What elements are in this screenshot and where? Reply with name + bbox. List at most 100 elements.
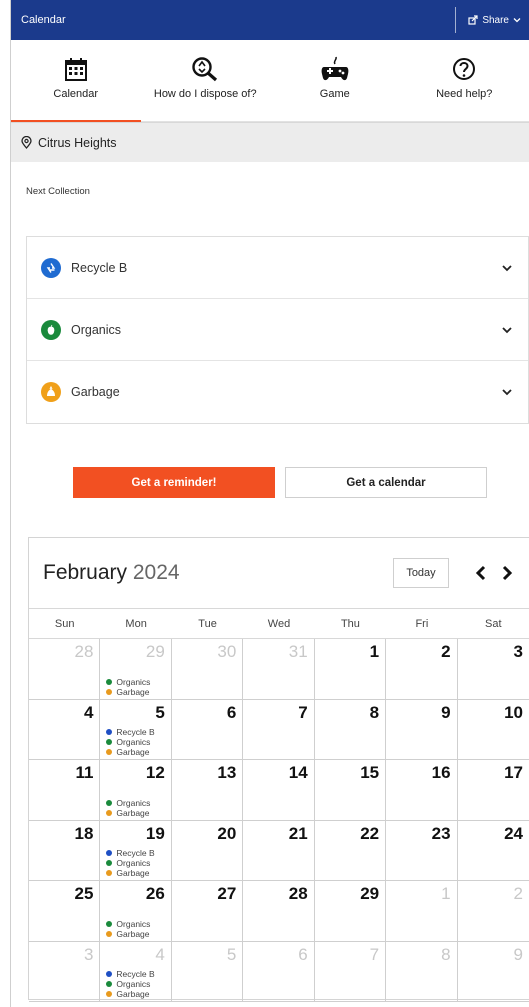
- chevron-down-icon: [502, 264, 512, 271]
- event-label: Organics: [116, 918, 151, 929]
- calendar-day[interactable]: 24: [457, 821, 529, 881]
- day-number: 17: [504, 763, 523, 782]
- day-number: 29: [145, 642, 165, 661]
- calendar-day[interactable]: 6: [171, 699, 244, 760]
- day-number: 4: [155, 944, 165, 964]
- calendar-day[interactable]: 29 Organics Garbage: [100, 639, 172, 700]
- accordion-row-recycle[interactable]: Recycle B: [27, 237, 528, 299]
- app-title: Calendar: [21, 14, 66, 26]
- weekday-label: Sat: [485, 617, 502, 630]
- event-dot-icon: [106, 870, 113, 876]
- calendar-day[interactable]: 1: [386, 881, 458, 942]
- nav-help[interactable]: Need help?: [400, 40, 529, 121]
- weekday-label: Sun: [54, 617, 75, 630]
- calendar-day[interactable]: 21: [243, 820, 315, 881]
- event-label: Garbage: [116, 928, 150, 939]
- calendar-day[interactable]: 22: [314, 820, 387, 881]
- nav-game[interactable]: Game: [270, 40, 400, 121]
- calendar-day[interactable]: 3: [29, 941, 101, 1002]
- prev-month-button[interactable]: [471, 563, 491, 583]
- nav-calendar[interactable]: Calendar: [11, 40, 141, 122]
- event-dot-icon: [106, 739, 113, 745]
- event-label: Organics: [116, 676, 151, 687]
- calendar-day[interactable]: 13: [171, 760, 244, 821]
- calendar-day[interactable]: 2: [386, 639, 458, 700]
- calendar-day[interactable]: 12 Organics Garbage: [100, 760, 172, 821]
- calendar-day[interactable]: 7: [243, 699, 315, 760]
- calendar-day[interactable]: 7: [314, 941, 387, 1002]
- calendar-day[interactable]: 3: [457, 639, 529, 700]
- day-events: Recycle B Organics Garbage: [106, 727, 155, 757]
- day-number: 7: [369, 944, 380, 964]
- accordion-row-organics[interactable]: Organics: [27, 299, 528, 361]
- calendar-day[interactable]: 5 Recycle B Organics Garbage: [100, 699, 172, 760]
- calendar-day[interactable]: 28: [243, 881, 315, 942]
- event-dot-icon: [106, 920, 113, 927]
- calendar-day[interactable]: 26 Organics Garbage: [100, 881, 172, 942]
- calendar-day[interactable]: 31: [243, 639, 315, 700]
- share-button[interactable]: Share: [455, 7, 521, 33]
- event-label: Organics: [116, 858, 151, 868]
- chevron-left-icon: [475, 565, 486, 581]
- day-number: 27: [217, 884, 237, 903]
- search-recycle-icon: [192, 57, 218, 82]
- day-number: 2: [513, 884, 523, 903]
- calendar-day[interactable]: 29: [314, 881, 387, 942]
- calendar-day[interactable]: 19 Recycle B Organics Garbage: [100, 820, 172, 881]
- calendar-day[interactable]: 20: [171, 820, 244, 881]
- day-number: 19: [145, 823, 165, 843]
- day-number: 15: [360, 763, 380, 782]
- calendar-day[interactable]: 28: [29, 639, 101, 700]
- collection-event: Organics: [106, 858, 154, 868]
- calendar-widget: February 2024 Today Sun Mon Tue Wed Thu Fri Sa…: [28, 537, 529, 1002]
- nav-dispose[interactable]: How do I dispose of?: [141, 40, 271, 121]
- calendar-day[interactable]: 2: [457, 881, 529, 942]
- location-bar[interactable]: Citrus Heights: [11, 122, 529, 162]
- get-calendar-button[interactable]: Get a calendar: [285, 467, 487, 498]
- get-reminder-button[interactable]: Get a reminder!: [73, 467, 275, 498]
- collection-event: Recycle B: [106, 848, 155, 858]
- calendar-day[interactable]: 9: [457, 942, 529, 1002]
- calendar-day[interactable]: 9: [386, 699, 458, 760]
- day-number: 13: [217, 763, 237, 782]
- calendar-day[interactable]: 30: [171, 639, 244, 700]
- help-icon: [453, 58, 476, 80]
- day-number: 23: [431, 823, 451, 843]
- day-number: 5: [155, 702, 165, 722]
- nav-label: Game: [319, 88, 350, 100]
- day-number: 8: [441, 944, 451, 964]
- day-events: Organics Garbage: [106, 919, 150, 939]
- calendar-day[interactable]: 1: [314, 639, 387, 700]
- calendar-day[interactable]: 16: [386, 760, 458, 821]
- event-dot-icon: [106, 860, 113, 866]
- calendar-day[interactable]: 8: [386, 941, 458, 1002]
- accordion-row-garbage[interactable]: Garbage: [27, 361, 528, 423]
- location-name: Citrus Heights: [38, 135, 117, 150]
- calendar-icon: [64, 58, 87, 81]
- calendar-day[interactable]: 27: [171, 881, 244, 942]
- calendar-day[interactable]: 8: [314, 699, 387, 760]
- today-button[interactable]: Today: [393, 558, 449, 588]
- calendar-day[interactable]: 4: [29, 699, 101, 760]
- calendar-day[interactable]: 17: [457, 760, 529, 821]
- calendar-day[interactable]: 4 Recycle B Organics Garbage: [100, 941, 172, 1002]
- event-dot-icon: [106, 850, 113, 856]
- top-bar: Calendar Share: [11, 0, 529, 40]
- calendar-day[interactable]: 5: [171, 941, 244, 1002]
- calendar-day[interactable]: 15: [314, 760, 387, 821]
- day-events: Organics Garbage: [106, 677, 150, 697]
- calendar-day[interactable]: 25: [29, 881, 101, 942]
- calendar-day[interactable]: 11: [29, 760, 101, 821]
- calendar-day[interactable]: 23: [386, 820, 458, 881]
- calendar-day[interactable]: 18: [29, 820, 101, 881]
- day-events: Recycle B Organics Garbage: [106, 848, 155, 878]
- chevron-right-icon: [502, 565, 513, 581]
- calendar-day[interactable]: 10: [457, 700, 529, 760]
- collection-event: Garbage: [106, 687, 150, 697]
- collection-event: Garbage: [106, 868, 154, 878]
- next-month-button[interactable]: [497, 563, 517, 583]
- calendar-day[interactable]: 14: [243, 760, 315, 821]
- event-label: Garbage: [116, 989, 150, 999]
- day-number: 11: [75, 763, 94, 782]
- calendar-day[interactable]: 6: [243, 941, 315, 1002]
